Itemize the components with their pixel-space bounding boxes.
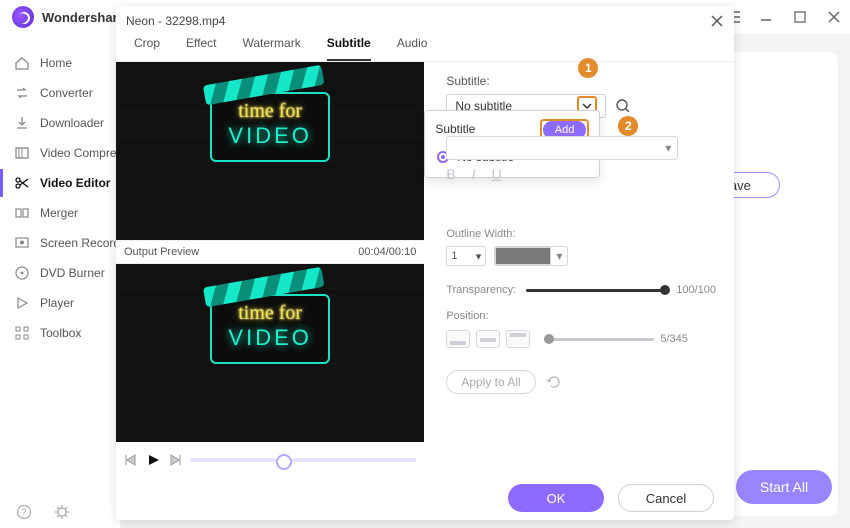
help-icon[interactable]: ? bbox=[16, 504, 32, 520]
dropdown-heading: Subtitle bbox=[435, 122, 475, 136]
transparency-label: Transparency: bbox=[446, 284, 516, 296]
callout-2: 2 bbox=[618, 116, 638, 136]
svg-text:?: ? bbox=[21, 507, 26, 517]
sidebar-item-dvd-burner[interactable]: DVD Burner bbox=[0, 258, 120, 288]
outline-color-swatch[interactable] bbox=[495, 247, 551, 265]
outline-width-label: Outline Width: bbox=[446, 228, 716, 240]
next-frame-button[interactable] bbox=[168, 453, 182, 467]
output-preview: time for VIDEO bbox=[116, 264, 424, 442]
converter-icon bbox=[14, 85, 30, 101]
minimize-button[interactable] bbox=[758, 9, 774, 25]
sidebar-item-toolbox[interactable]: Toolbox bbox=[0, 318, 120, 348]
sidebar-item-label: Video Compress bbox=[40, 146, 120, 160]
position-label: Position: bbox=[446, 310, 716, 322]
position-slider[interactable] bbox=[544, 338, 654, 341]
ok-button[interactable]: OK bbox=[508, 484, 604, 512]
source-preview: time for VIDEO bbox=[116, 62, 424, 240]
home-icon bbox=[14, 55, 30, 71]
text-style-buttons: B I U bbox=[446, 166, 501, 182]
sidebar-item-label: Home bbox=[40, 56, 72, 70]
product-name: Wondershare bbox=[42, 10, 125, 25]
preview-column: time for VIDEO Output Preview 00:04/00:1… bbox=[116, 62, 424, 474]
chevron-down-icon: ▾ bbox=[476, 250, 482, 263]
cancel-button[interactable]: Cancel bbox=[618, 484, 714, 512]
preview-time: 00:04/00:10 bbox=[358, 246, 416, 258]
merger-icon bbox=[14, 205, 30, 221]
transport-controls bbox=[116, 447, 424, 474]
app-logo-icon bbox=[12, 6, 34, 28]
sidebar-item-downloader[interactable]: Downloader bbox=[0, 108, 120, 138]
output-preview-header: Output Preview 00:04/00:10 bbox=[116, 240, 424, 263]
sidebar-item-video-editor[interactable]: Video Editor bbox=[0, 168, 120, 198]
chevron-down-icon: ▾ bbox=[665, 141, 671, 155]
tab-crop[interactable]: Crop bbox=[134, 36, 160, 61]
sidebar-item-screen-recorder[interactable]: Screen Recorde bbox=[0, 228, 120, 258]
sidebar-item-label: Downloader bbox=[40, 116, 104, 130]
clapboard-graphic: time for VIDEO bbox=[210, 76, 330, 162]
output-preview-label: Output Preview bbox=[124, 246, 199, 258]
seek-slider[interactable] bbox=[190, 458, 416, 462]
sidebar-item-label: Toolbox bbox=[40, 326, 81, 340]
sidebar-item-home[interactable]: Home bbox=[0, 48, 120, 78]
tab-watermark[interactable]: Watermark bbox=[242, 36, 300, 61]
download-icon bbox=[14, 115, 30, 131]
chevron-down-icon[interactable]: ▾ bbox=[551, 249, 567, 263]
close-button[interactable] bbox=[826, 9, 842, 25]
play-button[interactable] bbox=[146, 453, 160, 467]
sidebar-item-label: Screen Recorde bbox=[40, 236, 120, 250]
sidebar-item-label: Player bbox=[40, 296, 74, 310]
italic-icon[interactable]: I bbox=[472, 166, 476, 182]
record-icon bbox=[14, 235, 30, 251]
sidebar-item-label: Merger bbox=[40, 206, 78, 220]
editor-dialog: Neon - 32298.mp4 Crop Effect Watermark S… bbox=[116, 6, 734, 520]
play-icon bbox=[14, 295, 30, 311]
maximize-button[interactable] bbox=[792, 9, 808, 25]
sidebar-item-compressor[interactable]: Video Compress bbox=[0, 138, 120, 168]
sidebar-item-player[interactable]: Player bbox=[0, 288, 120, 318]
dialog-close-button[interactable] bbox=[710, 14, 724, 28]
tab-audio[interactable]: Audio bbox=[397, 36, 428, 61]
dialog-title-bar: Neon - 32298.mp4 bbox=[116, 6, 734, 36]
sidebar: Home Converter Downloader Video Compress… bbox=[0, 34, 120, 528]
start-all-button[interactable]: Start All bbox=[736, 470, 832, 504]
reset-icon[interactable] bbox=[546, 374, 562, 390]
tab-subtitle[interactable]: Subtitle bbox=[327, 36, 371, 61]
underline-icon[interactable]: U bbox=[492, 166, 502, 182]
outline-width-select[interactable]: 1▾ bbox=[446, 246, 486, 266]
transparency-value: 100/100 bbox=[676, 284, 716, 296]
disc-icon bbox=[14, 265, 30, 281]
sidebar-item-label: DVD Burner bbox=[40, 266, 105, 280]
neon-text-2: VIDEO bbox=[212, 123, 328, 149]
transparency-slider[interactable] bbox=[526, 289, 666, 292]
position-middle-icon[interactable] bbox=[476, 330, 500, 348]
font-select[interactable]: ▾ bbox=[446, 136, 678, 160]
compress-icon bbox=[14, 145, 30, 161]
sidebar-item-merger[interactable]: Merger bbox=[0, 198, 120, 228]
sidebar-item-label: Converter bbox=[40, 86, 93, 100]
position-value: 5/345 bbox=[660, 333, 688, 345]
position-bottom-icon[interactable] bbox=[446, 330, 470, 348]
search-subtitle-icon[interactable] bbox=[612, 95, 634, 117]
dialog-title: Neon - 32298.mp4 bbox=[126, 14, 225, 28]
bold-icon[interactable]: B bbox=[446, 166, 455, 182]
neon-text-1: time for bbox=[212, 100, 328, 123]
tab-effect[interactable]: Effect bbox=[186, 36, 216, 61]
subtitle-properties: Subtitle: No subtitle 1 2 Subtitle Add bbox=[424, 62, 734, 474]
dialog-footer: OK Cancel bbox=[116, 484, 734, 512]
editor-tabs: Crop Effect Watermark Subtitle Audio bbox=[116, 36, 734, 62]
prev-frame-button[interactable] bbox=[124, 453, 138, 467]
scissors-icon bbox=[14, 175, 30, 191]
apply-to-all-button[interactable]: Apply to All bbox=[446, 370, 535, 394]
settings-icon[interactable] bbox=[54, 504, 70, 520]
toolbox-icon bbox=[14, 325, 30, 341]
sidebar-item-converter[interactable]: Converter bbox=[0, 78, 120, 108]
position-top-icon[interactable] bbox=[506, 330, 530, 348]
sidebar-footer: ? bbox=[0, 504, 120, 520]
sidebar-item-label: Video Editor bbox=[40, 176, 110, 190]
